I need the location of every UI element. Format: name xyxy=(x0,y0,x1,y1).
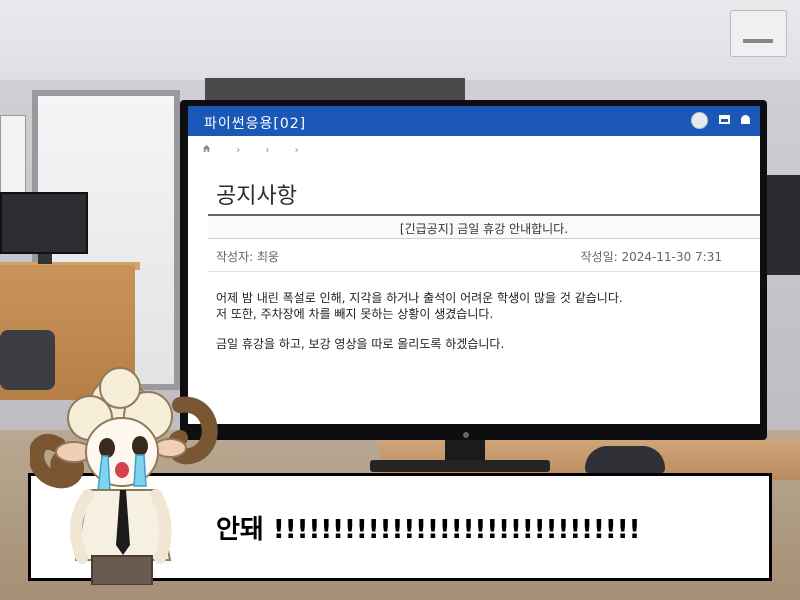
notice-body-line: 금일 휴강을 하고, 보강 영상을 따로 올리도록 하겠습니다. xyxy=(216,337,505,351)
crying-sheep-mascot xyxy=(28,360,220,586)
background-monitor-stand xyxy=(38,254,52,264)
notice-body-line: 저 또한, 주차장에 차를 빼지 못하는 상황이 생겼습니다. xyxy=(216,307,494,321)
classroom-scene: 파이썬응용[02] › › › 공지사항 [긴급공지] 금일 휴강 안내합니다.… xyxy=(0,0,800,600)
notice-header: [긴급공지] 금일 휴강 안내합니다. xyxy=(208,214,760,239)
user-avatar-icon[interactable] xyxy=(691,112,708,129)
right-monitor xyxy=(765,175,800,275)
lms-topbar: 파이썬응용[02] xyxy=(188,106,760,136)
mouse xyxy=(585,446,665,474)
monitor-base xyxy=(370,460,550,472)
monitor-power-light xyxy=(463,432,469,438)
breadcrumb-separator: › xyxy=(265,145,270,156)
notice-subject: [긴급공지] 금일 휴강 안내합니다. xyxy=(399,222,569,236)
air-conditioner xyxy=(730,10,787,57)
home-icon[interactable] xyxy=(202,144,214,156)
bell-icon[interactable] xyxy=(741,115,750,124)
message-icon[interactable] xyxy=(719,115,730,124)
caption-text: 안돼 !!!!!!!!!!!!!!!!!!!!!!!!!!!!!!! xyxy=(216,515,641,545)
breadcrumb: › › › xyxy=(202,144,321,156)
breadcrumb-separator: › xyxy=(236,145,241,156)
course-title[interactable]: 파이썬응용[02] xyxy=(204,113,306,133)
lms-screen: 파이썬응용[02] › › › 공지사항 [긴급공지] 금일 휴강 안내합니다.… xyxy=(188,106,760,424)
background-monitor xyxy=(0,192,88,254)
breadcrumb-separator: › xyxy=(294,145,299,156)
notice-date: 작성일: 2024-11-30 7:31 xyxy=(580,250,722,264)
notice-body-line: 어제 밤 내린 폭설로 인해, 지각을 하거나 출석이 어려운 학생이 많을 것… xyxy=(216,291,623,305)
page-title: 공지사항 xyxy=(216,184,297,209)
notice-meta: 작성자: 최웅 작성일: 2024-11-30 7:31 xyxy=(208,237,760,272)
wall-notice-board xyxy=(0,115,26,197)
notice-body: 어제 밤 내린 폭설로 인해, 지각을 하거나 출석이 어려운 학생이 많을 것… xyxy=(216,290,623,352)
notice-author: 작성자: 최웅 xyxy=(216,250,280,264)
